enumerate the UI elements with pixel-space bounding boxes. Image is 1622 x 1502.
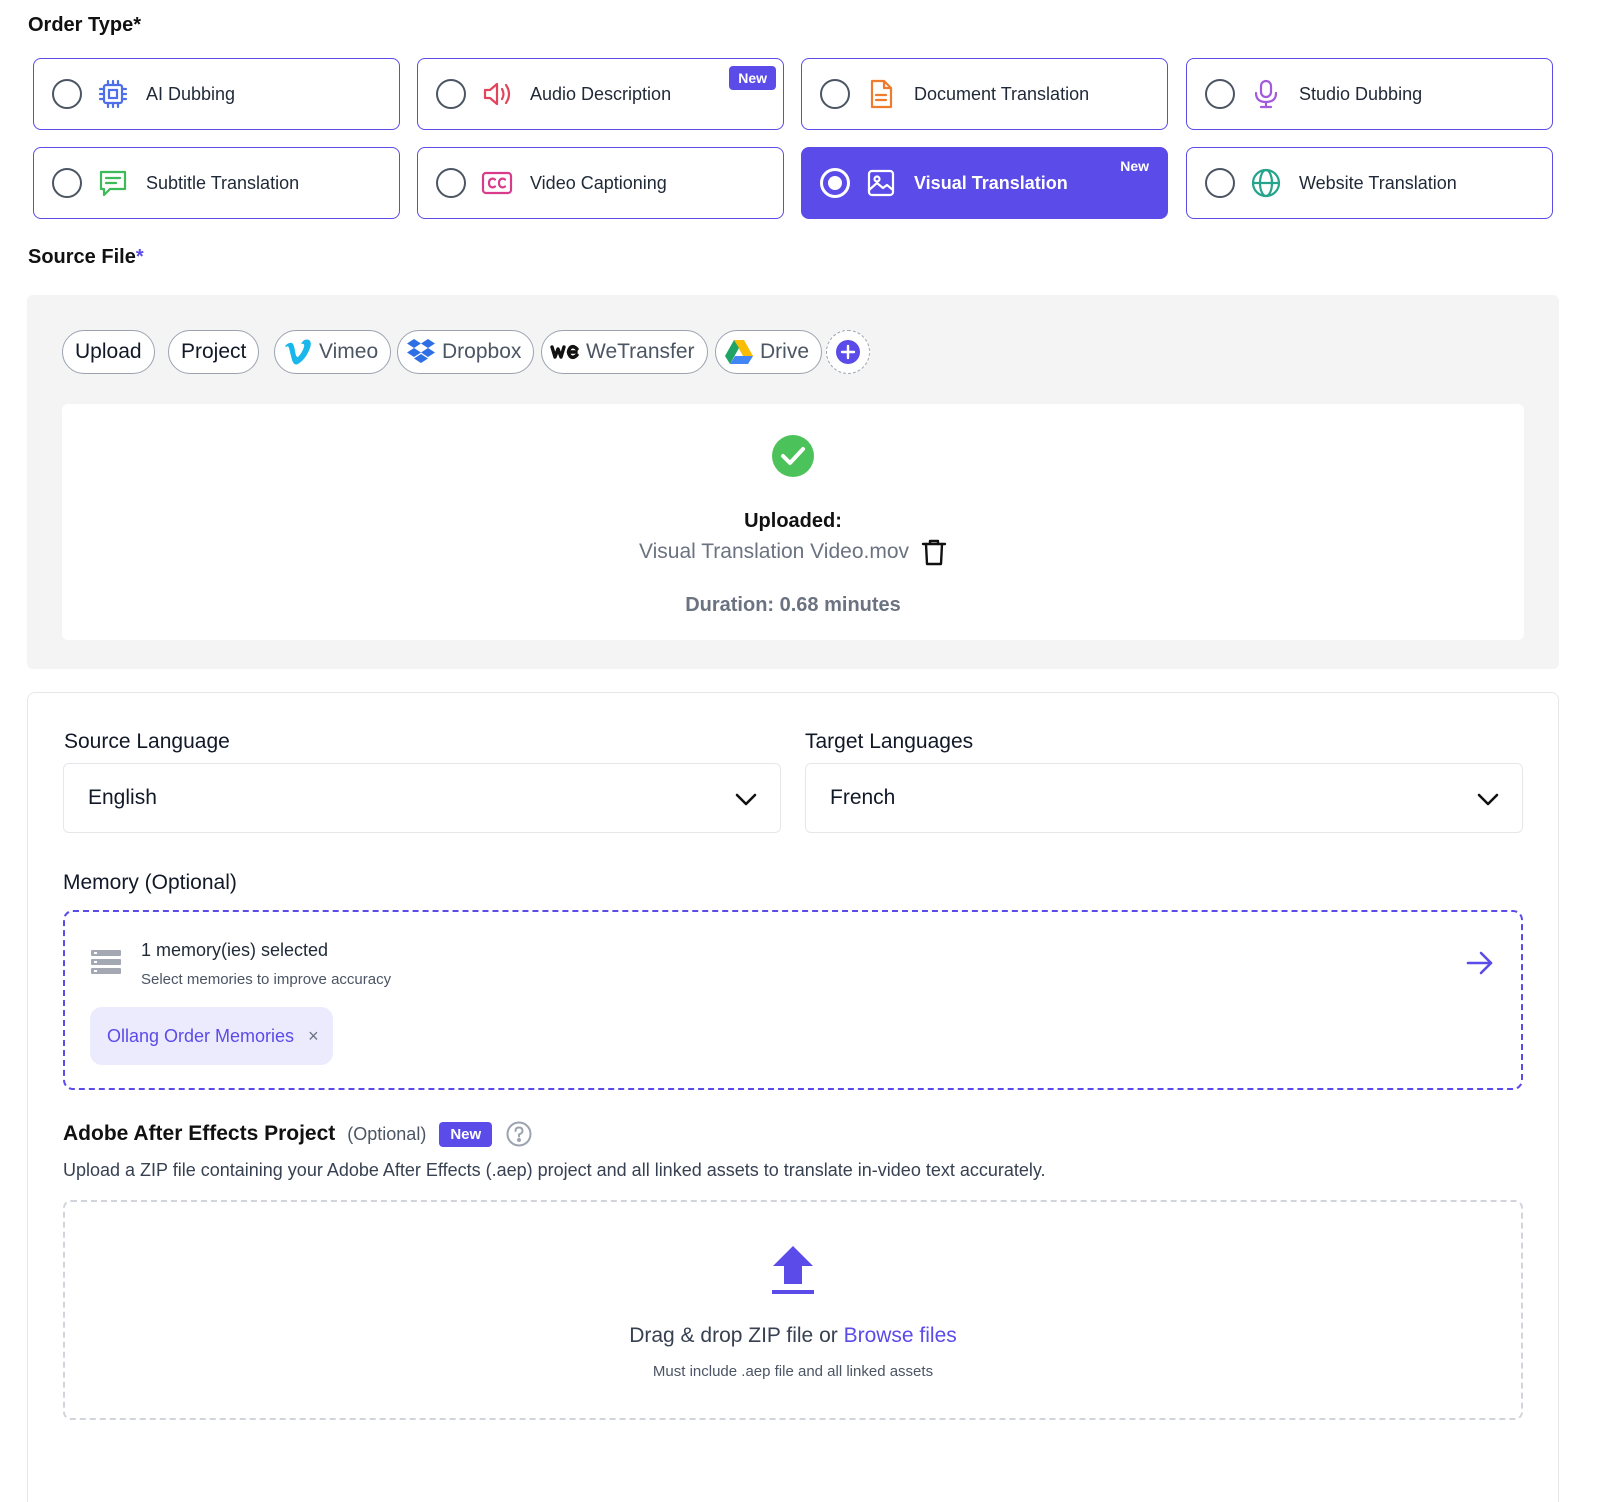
uploaded-file-row: Visual Translation Video.mov [62,538,1524,566]
upload-status-box: Uploaded: Visual Translation Video.mov D… [62,404,1524,640]
order-type-label: Document Translation [914,83,1090,104]
source-language-label: Source Language [64,730,230,753]
add-source-button[interactable] [826,330,870,374]
order-type-title: Order Type* [28,14,142,36]
source-file-title: Source File* [28,246,144,268]
image-icon [864,166,898,200]
google-drive-icon [724,339,754,365]
dropzone-text: Drag & drop ZIP file or Browse files [629,1324,957,1347]
source-vimeo-button[interactable]: Vimeo [274,330,392,374]
chevron-down-icon [734,787,758,817]
order-type-visual-translation[interactable]: Visual Translation New [801,147,1168,219]
memory-tag-label: Ollang Order Memories [107,1025,295,1046]
radio-button[interactable] [436,168,466,198]
order-type-label: Subtitle Translation [146,172,300,193]
uploaded-label: Uploaded: [744,510,842,532]
new-badge: New [1120,158,1149,174]
new-badge: New [439,1121,493,1147]
source-upload-button[interactable]: Upload [62,330,155,374]
help-icon[interactable] [506,1121,532,1147]
order-type-studio-dubbing[interactable]: Studio Dubbing [1186,58,1553,130]
after-effects-title: Adobe After Effects Project [63,1122,336,1145]
database-list-icon [91,949,121,980]
arrow-right-icon[interactable] [1465,950,1495,981]
dropzone-hint: Must include .aep file and all linked as… [652,1363,934,1380]
document-icon [864,77,898,111]
memory-selector[interactable]: 1 memory(ies) selected Select memories t… [63,910,1523,1090]
memory-tag: Ollang Order Memories × [90,1007,333,1065]
order-type-label: AI Dubbing [146,83,236,104]
after-effects-description: Upload a ZIP file containing your Adobe … [63,1160,1046,1180]
radio-button[interactable] [1205,79,1235,109]
order-type-label: Studio Dubbing [1299,83,1423,104]
remove-tag-icon[interactable]: × [308,1026,319,1047]
dropbox-icon [406,338,436,366]
target-languages-select[interactable]: French [805,763,1523,833]
microphone-icon [1249,77,1283,111]
translation-settings-card: Source Language English Target Languages… [27,692,1559,1502]
chip-icon [96,77,130,111]
order-type-audio-description[interactable]: Audio Description New [417,58,784,130]
radio-button-selected[interactable] [820,168,850,198]
trash-icon[interactable] [921,538,947,566]
vimeo-icon [283,339,313,365]
order-type-website-translation[interactable]: Website Translation [1186,147,1553,219]
optional-label: (Optional) [347,1123,427,1144]
zip-dropzone[interactable]: Drag & drop ZIP file or Browse files Mus… [63,1200,1523,1420]
order-type-label: Website Translation [1299,172,1457,193]
upload-arrow-icon [771,1246,815,1301]
file-duration: Duration: 0.68 minutes [685,594,901,616]
target-language-value: French [830,786,896,809]
globe-icon [1249,166,1283,200]
speaker-icon [480,77,514,111]
plus-icon [835,339,861,365]
radio-button[interactable] [436,79,466,109]
radio-button[interactable] [52,168,82,198]
order-type-video-captioning[interactable]: Video Captioning [417,147,784,219]
source-language-value: English [88,786,157,809]
order-type-subtitle-translation[interactable]: Subtitle Translation [33,147,400,219]
source-language-select[interactable]: English [63,763,781,833]
memory-hint: Select memories to improve accuracy [141,971,392,988]
radio-button[interactable] [52,79,82,109]
order-type-label: Visual Translation [914,172,1068,193]
radio-button[interactable] [1205,168,1235,198]
radio-button[interactable] [820,79,850,109]
after-effects-header: Adobe After Effects Project (Optional) N… [63,1121,532,1147]
target-languages-label: Target Languages [805,730,974,753]
browse-files-link[interactable]: Browse files [844,1324,957,1347]
source-file-panel: Upload Project Vimeo Dropbox WeTransfer [27,295,1559,669]
order-type-ai-dubbing[interactable]: AI Dubbing [33,58,400,130]
source-dropbox-button[interactable]: Dropbox [397,330,535,374]
source-drive-button[interactable]: Drive [715,330,823,374]
source-wetransfer-button[interactable]: WeTransfer [541,330,708,374]
chat-icon [96,166,130,200]
cc-icon [480,166,514,200]
order-type-label: Audio Description [530,83,672,104]
source-project-button[interactable]: Project [168,330,260,374]
uploaded-file-name: Visual Translation Video.mov [638,540,910,563]
memory-count: 1 memory(ies) selected [141,940,329,960]
wetransfer-icon [550,342,580,362]
chevron-down-icon [1476,787,1500,817]
order-type-label: Video Captioning [530,172,667,193]
memory-label: Memory (Optional) [63,871,237,894]
order-type-document-translation[interactable]: Document Translation [801,58,1168,130]
success-check-icon [772,435,814,482]
new-badge: New [729,66,776,90]
